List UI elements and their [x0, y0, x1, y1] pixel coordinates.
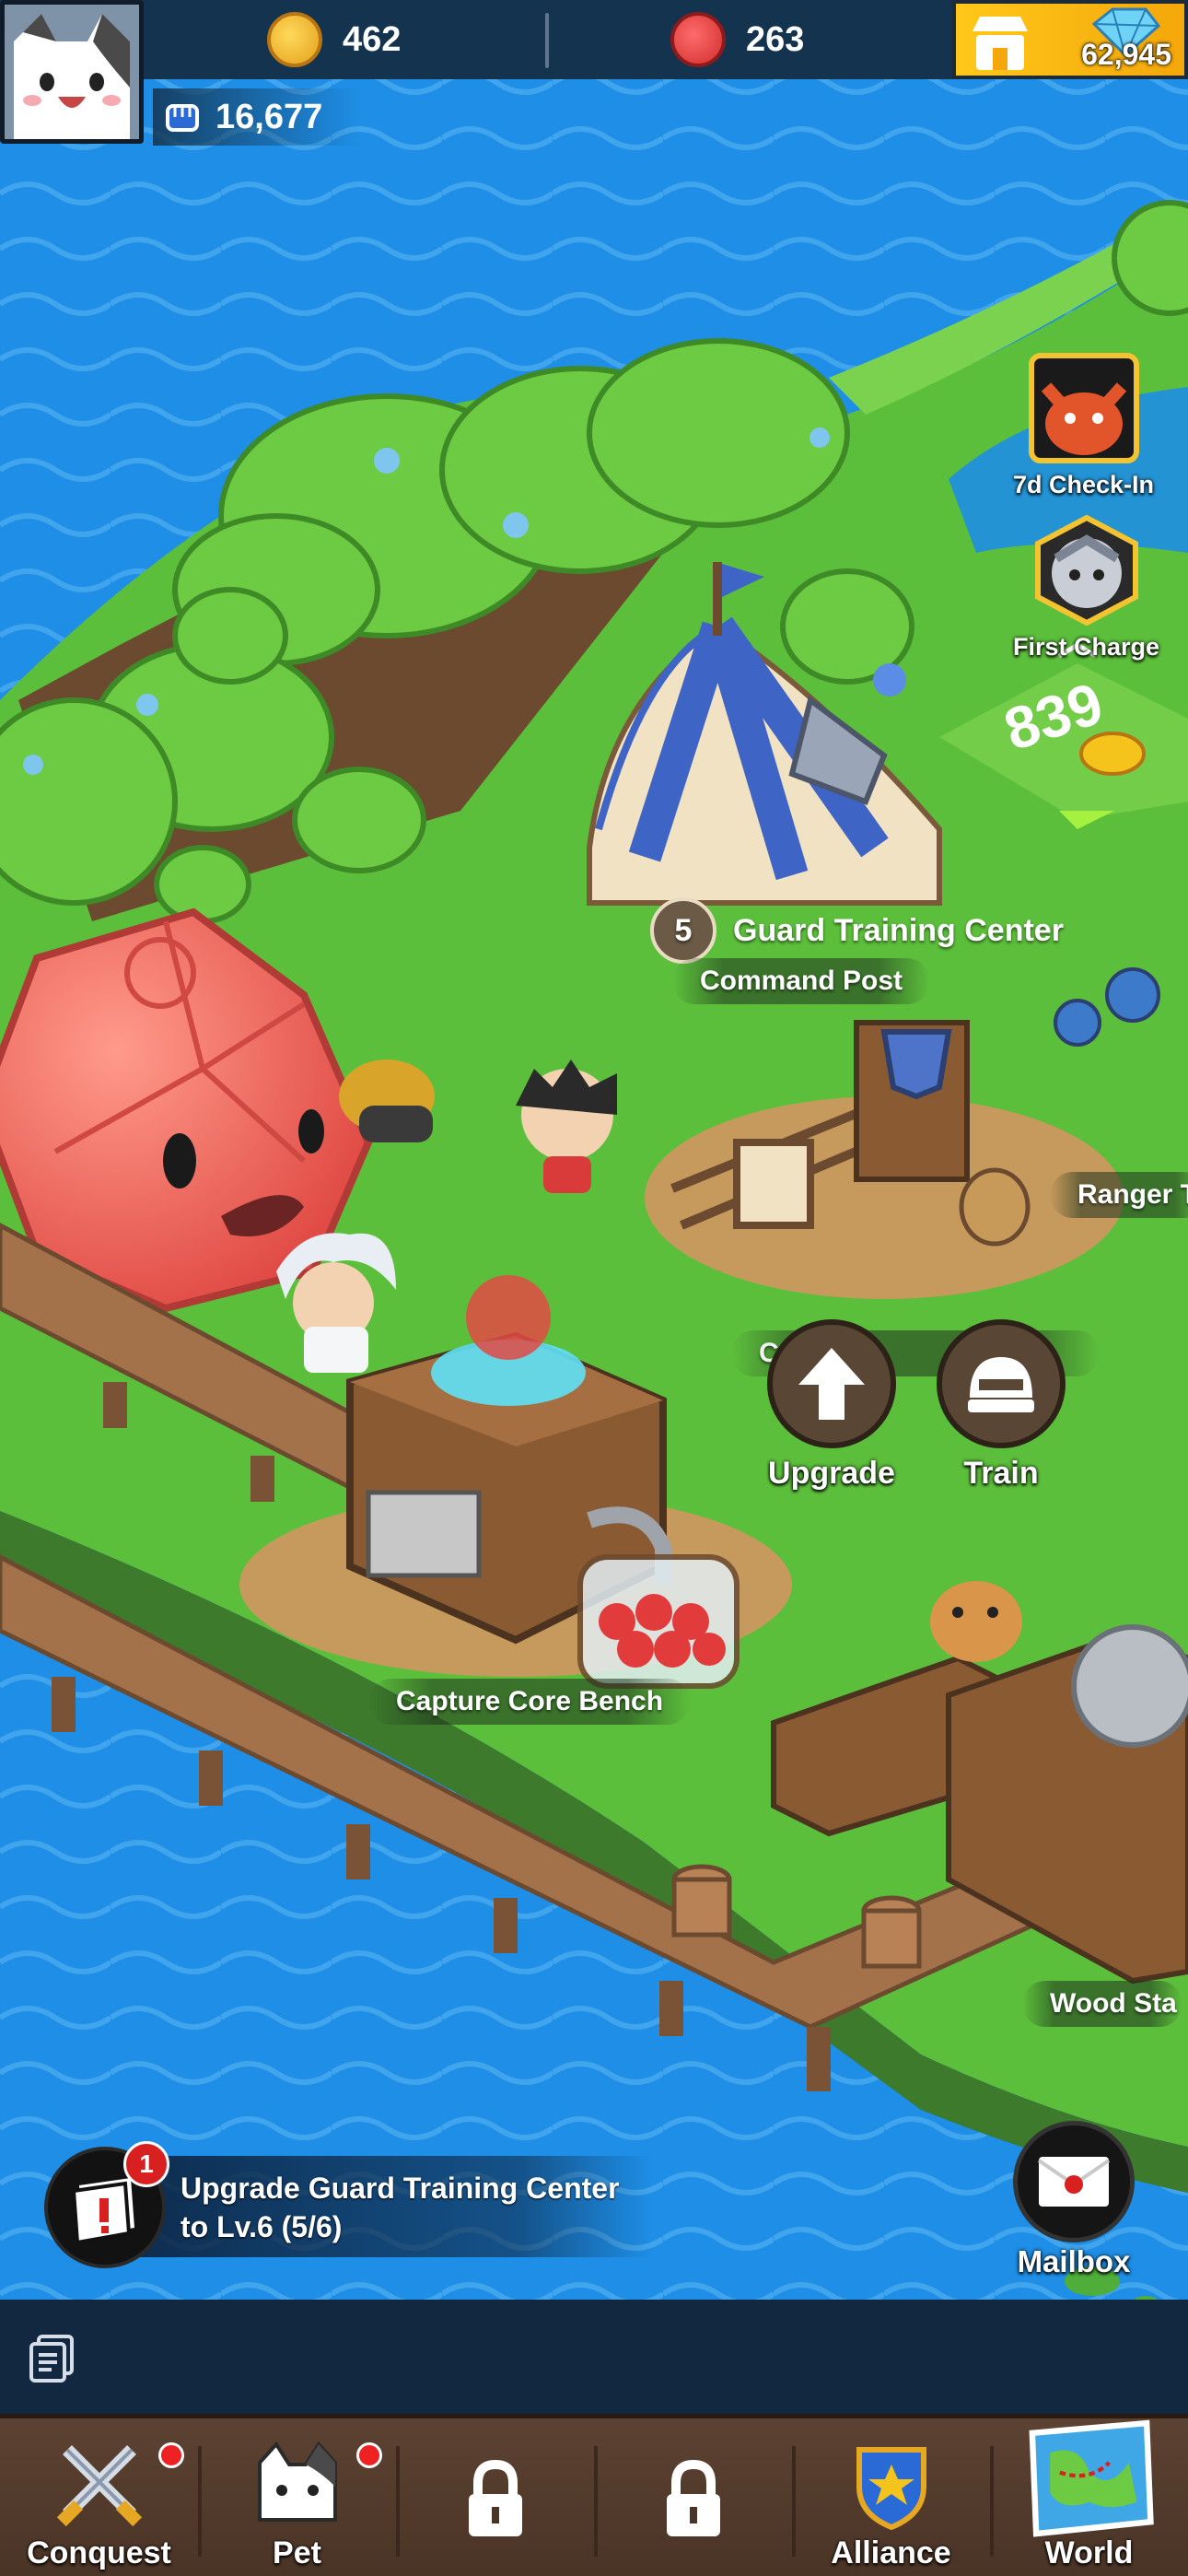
- event-label: 7d Check-In: [1013, 471, 1155, 498]
- arrow-up-icon: [798, 1348, 865, 1420]
- building-level-badge: 5: [650, 897, 716, 964]
- crossed-swords-icon: [56, 2445, 142, 2527]
- upgrade-label: Upgrade: [768, 1456, 895, 1491]
- lock-icon: [468, 2459, 522, 2536]
- nav-conquest-alert-dot: [158, 2442, 184, 2468]
- quest-tracker[interactable]: 1 Upgrade Guard Training Center to Lv.6 …: [44, 2141, 652, 2268]
- chat-bar[interactable]: [0, 2300, 1188, 2414]
- wood-station-label[interactable]: Wood Sta: [1022, 1981, 1182, 2027]
- helmet-icon: [968, 1357, 1034, 1412]
- alliance-shield-icon: [856, 2447, 926, 2531]
- power-rating[interactable]: 16,677: [153, 88, 360, 146]
- train-button[interactable]: Train: [923, 1319, 1079, 1492]
- building-name: Guard Training Center: [733, 912, 1064, 948]
- gem-amount: 62,945: [1081, 38, 1171, 71]
- resource-divider: [545, 13, 549, 68]
- coin-icon: [267, 12, 322, 67]
- upgrade-button[interactable]: Upgrade: [753, 1319, 910, 1492]
- nav-pet-label: Pet: [273, 2535, 321, 2570]
- event-first-charge[interactable]: First Charge: [1013, 512, 1159, 662]
- quest-title: Upgrade Guard Training Center: [181, 2172, 620, 2205]
- quest-progress: to Lv.6 (5/6): [181, 2210, 343, 2243]
- shop-button[interactable]: 62,945: [952, 0, 1188, 79]
- shop-icon: [973, 17, 1028, 70]
- event-7d-checkin[interactable]: 7d Check-In: [1013, 350, 1154, 499]
- event-label: First Charge: [1013, 633, 1160, 661]
- nav-locked-1[interactable]: [396, 2418, 594, 2576]
- red-orb-icon: [670, 12, 726, 67]
- coin-counter[interactable]: 462: [267, 9, 401, 70]
- nav-world[interactable]: World: [990, 2418, 1188, 2576]
- command-post-label[interactable]: Command Post: [672, 958, 931, 1004]
- nav-pet[interactable]: Pet: [198, 2418, 396, 2576]
- mailbox-label: Mailbox: [1017, 2244, 1131, 2278]
- player-avatar[interactable]: [0, 0, 144, 144]
- cat-face-icon: [257, 2441, 337, 2522]
- red-orb-amount: 263: [746, 19, 805, 59]
- nav-alliance[interactable]: Alliance: [792, 2418, 990, 2576]
- mailbox-button[interactable]: Mailbox: [1007, 2121, 1140, 2279]
- nav-conquest-label: Conquest: [27, 2535, 171, 2570]
- ranger-building-label[interactable]: Ranger T: [1050, 1172, 1188, 1218]
- train-label: Train: [963, 1456, 1039, 1491]
- nav-pet-alert-dot: [356, 2442, 382, 2468]
- quest-count-badge: 1: [123, 2141, 169, 2187]
- cat-helmet-icon: [1034, 514, 1138, 626]
- envelope-icon: [1037, 2157, 1111, 2207]
- lock-icon: [666, 2459, 720, 2536]
- guard-training-center-label[interactable]: 5 Guard Training Center: [650, 897, 1064, 964]
- red-orb-counter[interactable]: 263: [670, 9, 804, 70]
- capture-core-bench-label[interactable]: Capture Core Bench: [368, 1679, 692, 1725]
- nav-world-label: World: [1044, 2535, 1134, 2570]
- nav-conquest[interactable]: Conquest: [0, 2418, 198, 2576]
- nav-alliance-label: Alliance: [831, 2535, 951, 2570]
- nav-locked-2[interactable]: [594, 2418, 792, 2576]
- top-resource-bar: 462 263 62,945: [0, 0, 1188, 79]
- fist-icon: [166, 104, 199, 132]
- world-map-icon: [1029, 2419, 1154, 2537]
- coin-amount: 462: [343, 19, 402, 59]
- bottom-nav: Conquest Pet Alliance World: [0, 2414, 1188, 2576]
- dragon-icon: [1028, 353, 1139, 463]
- cat-avatar-icon: [5, 5, 139, 139]
- power-value: 16,677: [215, 97, 323, 136]
- chat-icon[interactable]: [28, 2333, 77, 2383]
